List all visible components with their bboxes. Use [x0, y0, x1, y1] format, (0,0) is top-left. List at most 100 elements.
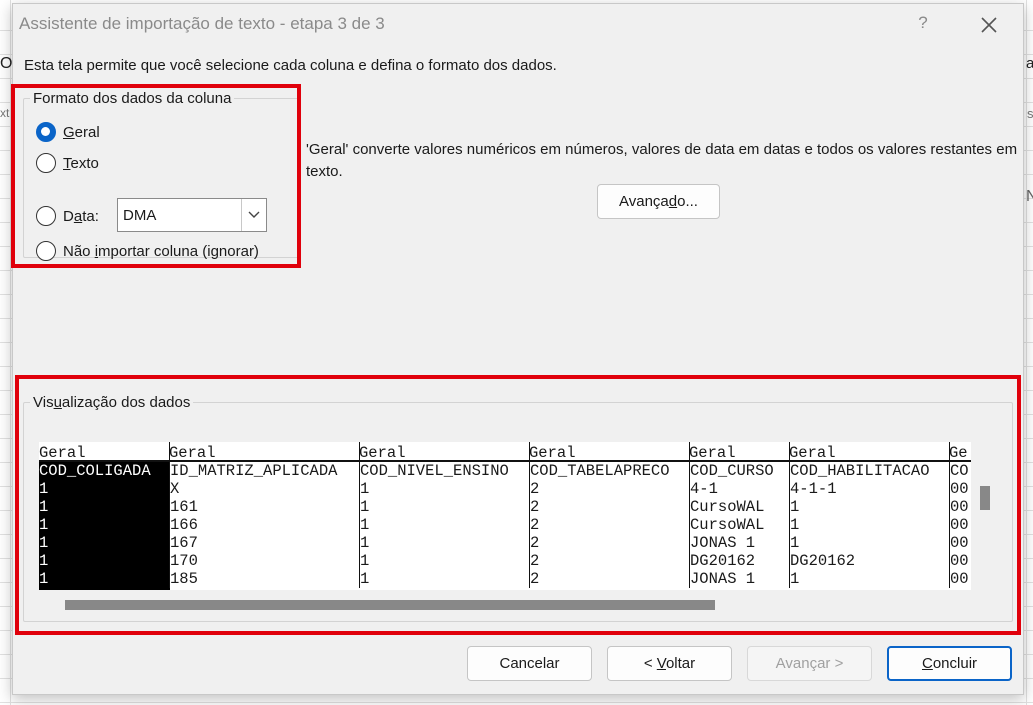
radio-date[interactable]: Data:	[36, 206, 99, 226]
cancel-button[interactable]: Cancelar	[467, 646, 592, 681]
table-cell: 1	[359, 570, 530, 588]
text-import-wizard-dialog: Assistente de importação de texto - etap…	[12, 3, 1024, 695]
radio-button-checked[interactable]	[36, 122, 56, 142]
radio-general-label: Geral	[63, 123, 100, 141]
vertical-scrollbar-thumb[interactable]	[980, 486, 990, 510]
preview-column-5[interactable]: Geral COD_CURSO 4-1 CursoWAL CursoWAL JO…	[689, 442, 790, 590]
preview-column-2[interactable]: Geral ID_MATRIZ_APLICADA X 161 166 167 1…	[169, 442, 360, 590]
table-cell: 1	[39, 498, 49, 516]
column-format-header[interactable]: Geral	[39, 442, 170, 462]
radio-skip-label: Não importar coluna (ignorar)	[63, 242, 259, 260]
column-format-header[interactable]: Geral	[169, 442, 360, 462]
table-cell: 00	[949, 570, 971, 588]
table-cell: CursoWAL	[689, 498, 790, 516]
table-cell: 1	[789, 498, 950, 516]
data-preview-grid[interactable]: Geral COD_COLIGADA 1 1 1 1 1 1 Geral ID_…	[39, 442, 971, 590]
bg-text-fragment: a	[1026, 55, 1033, 72]
bg-text-fragment: xt	[0, 106, 10, 120]
table-cell: 1	[39, 534, 49, 552]
close-icon	[981, 17, 997, 33]
column-format-legend: Formato dos dados da coluna	[33, 90, 232, 107]
table-cell: COD_COLIGADA	[39, 462, 151, 480]
finish-button[interactable]: Concluir	[887, 646, 1012, 681]
table-cell: 2	[529, 498, 690, 516]
bg-text-fragment: N	[1026, 188, 1033, 205]
table-cell: COD_TABELAPRECO	[529, 462, 690, 480]
table-cell: 2	[529, 480, 690, 498]
bg-text-fragment: s	[1027, 106, 1033, 121]
table-cell: 4-1	[689, 480, 790, 498]
table-cell: 1	[39, 516, 49, 534]
table-cell: CO	[949, 462, 971, 480]
column-format-header[interactable]: Geral	[359, 442, 530, 462]
table-cell: X	[169, 480, 360, 498]
date-format-select[interactable]: DMA	[117, 198, 267, 232]
table-cell: 185	[169, 570, 360, 588]
finish-button-label: Concluir	[921, 655, 978, 672]
table-cell: 2	[529, 534, 690, 552]
table-cell: 1	[39, 480, 49, 498]
column-format-header[interactable]: Geral	[789, 442, 950, 462]
table-cell: 2	[529, 552, 690, 570]
table-cell: 2	[529, 516, 690, 534]
table-cell: COD_CURSO	[689, 462, 790, 480]
table-cell: 166	[169, 516, 360, 534]
preview-column-1[interactable]: Geral COD_COLIGADA 1 1 1 1 1 1	[39, 442, 170, 590]
back-button-label: < Voltar	[643, 655, 696, 672]
data-preview-legend: Visualização dos dados	[33, 394, 191, 411]
table-cell: 161	[169, 498, 360, 516]
table-cell: ID_MATRIZ_APLICADA	[169, 462, 360, 480]
table-cell: 2	[529, 570, 690, 588]
table-cell: 00	[949, 516, 971, 534]
radio-general[interactable]: Geral	[36, 122, 100, 142]
preview-column-3[interactable]: Geral COD_NIVEL_ENSINO 1 1 1 1 1 1	[359, 442, 530, 590]
table-cell: 1	[359, 480, 530, 498]
table-cell: 1	[359, 552, 530, 570]
table-cell: JONAS 1	[689, 570, 790, 588]
table-cell: 1	[359, 534, 530, 552]
format-description: 'Geral' converte valores numéricos em nú…	[306, 141, 1018, 180]
table-cell: 170	[169, 552, 360, 570]
advanced-button[interactable]: Avançado...	[597, 184, 720, 219]
preview-column-4[interactable]: Geral COD_TABELAPRECO 2 2 2 2 2 2	[529, 442, 690, 590]
radio-button[interactable]	[36, 153, 56, 173]
radio-text-label: Texto	[63, 154, 99, 172]
help-button[interactable]: ?	[911, 13, 935, 37]
table-cell: 1	[789, 570, 950, 588]
next-button[interactable]: Avançar >	[747, 646, 872, 681]
table-cell: 4-1-1	[789, 480, 950, 498]
close-button[interactable]	[976, 12, 1002, 38]
preview-column-6[interactable]: Geral COD_HABILITACAO 4-1-1 1 1 1 DG2016…	[789, 442, 950, 590]
bg-text-fragment: O	[0, 55, 13, 72]
instruction-text: Esta tela permite que você selecione cad…	[24, 57, 557, 74]
radio-button[interactable]	[36, 206, 56, 226]
advanced-button-label: Avançado...	[619, 193, 698, 210]
table-cell: DG20162	[789, 552, 950, 570]
table-cell: 167	[169, 534, 360, 552]
table-cell: CursoWAL	[689, 516, 790, 534]
column-format-group: Formato dos dados da coluna Geral Texto …	[23, 90, 301, 261]
dialog-title: Assistente de importação de texto - etap…	[19, 14, 385, 33]
column-format-header[interactable]: Ge	[949, 442, 971, 462]
radio-button[interactable]	[36, 241, 56, 261]
chevron-down-icon[interactable]	[241, 199, 266, 231]
table-cell: 00	[949, 534, 971, 552]
horizontal-scrollbar-thumb[interactable]	[65, 600, 715, 610]
table-cell: 00	[949, 480, 971, 498]
date-format-value: DMA	[123, 206, 157, 224]
title-bar[interactable]: Assistente de importação de texto - etap…	[13, 4, 1023, 48]
table-cell: 1	[359, 498, 530, 516]
radio-skip-column[interactable]: Não importar coluna (ignorar)	[36, 241, 259, 261]
table-cell: 1	[39, 552, 49, 570]
back-button[interactable]: < Voltar	[607, 646, 732, 681]
preview-column-7[interactable]: Ge CO 00 00 00 00 00 00	[949, 442, 971, 590]
table-cell: COD_NIVEL_ENSINO	[359, 462, 530, 480]
table-cell: 00	[949, 498, 971, 516]
radio-date-label: Data:	[63, 207, 99, 225]
column-format-header[interactable]: Geral	[689, 442, 790, 462]
table-cell: 1	[39, 570, 49, 588]
column-format-header[interactable]: Geral	[529, 442, 690, 462]
table-cell: 1	[359, 516, 530, 534]
table-cell: 1	[789, 516, 950, 534]
radio-text[interactable]: Texto	[36, 153, 99, 173]
